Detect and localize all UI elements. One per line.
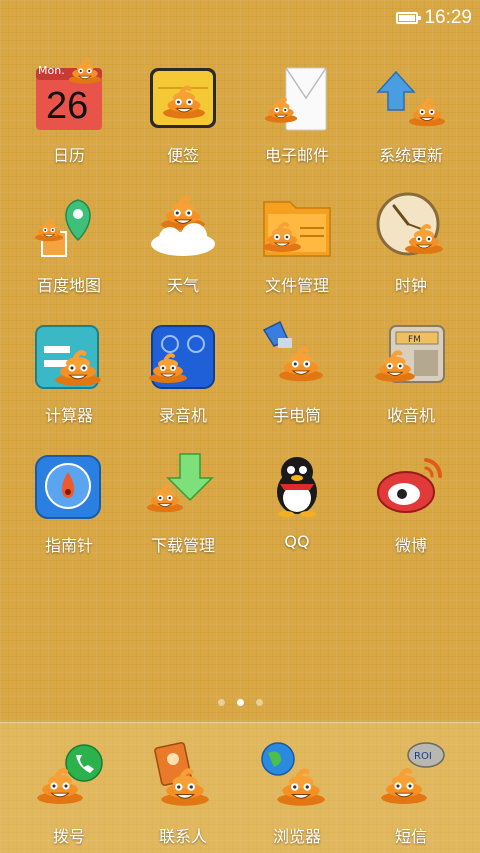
calendar-day-label: Mon.	[38, 64, 65, 77]
app-baidu-map[interactable]: 百度地图	[12, 188, 126, 318]
dock-sms[interactable]: ROI 短信	[354, 741, 468, 853]
page-dot-active[interactable]	[236, 699, 244, 706]
app-label: 系统更新	[378, 146, 443, 165]
download-icon	[146, 448, 220, 522]
notes-icon	[146, 58, 220, 132]
app-weather[interactable]: 天气	[126, 188, 240, 318]
page-indicator	[0, 699, 480, 706]
sms-icon: ROI	[374, 741, 448, 815]
app-label: 便签	[166, 146, 199, 165]
weibo-icon	[374, 448, 448, 522]
dock: 拨号 联系人 浏览器 ROI 短信	[0, 722, 480, 853]
app-label: 时钟	[394, 276, 427, 295]
folder-icon	[260, 188, 334, 262]
app-label: 下载管理	[150, 536, 215, 555]
dock-browser[interactable]: 浏览器	[240, 741, 354, 853]
browser-icon	[260, 741, 334, 815]
app-weibo[interactable]: 微博	[354, 448, 468, 578]
app-label: 文件管理	[264, 276, 329, 295]
calendar-icon: Mon. 26	[32, 58, 106, 132]
page-dot[interactable]	[255, 699, 263, 706]
app-label: 天气	[166, 276, 199, 295]
app-qq[interactable]: QQ	[240, 448, 354, 578]
contacts-icon	[146, 741, 220, 815]
app-label: 指南针	[44, 536, 93, 555]
calculator-icon	[32, 318, 106, 392]
calendar-date-label: 26	[46, 85, 88, 127]
update-icon	[374, 58, 448, 132]
qq-icon	[260, 448, 334, 522]
app-label: 百度地图	[36, 276, 101, 295]
app-notes[interactable]: 便签	[126, 58, 240, 188]
app-recorder[interactable]: 录音机	[126, 318, 240, 448]
app-calendar[interactable]: Mon. 26 日历	[12, 58, 126, 188]
app-label: 收音机	[386, 406, 435, 425]
dock-contacts[interactable]: 联系人	[126, 741, 240, 853]
app-label: 拨号	[52, 827, 85, 846]
app-label: 手电筒	[272, 406, 321, 425]
page-dot[interactable]	[217, 699, 225, 706]
battery-icon	[396, 12, 422, 24]
app-label: 日历	[52, 146, 85, 165]
recorder-icon	[146, 318, 220, 392]
app-compass[interactable]: 指南针	[12, 448, 126, 578]
app-label: 计算器	[44, 406, 93, 425]
app-system-update[interactable]: 系统更新	[354, 58, 468, 188]
app-label: 电子邮件	[264, 146, 329, 165]
sms-bubble-text: ROI	[414, 751, 432, 762]
clock-icon	[374, 188, 448, 262]
status-clock: 16:29	[424, 7, 472, 28]
compass-icon	[32, 448, 106, 522]
app-download-manager[interactable]: 下载管理	[126, 448, 240, 578]
app-label: 短信	[394, 827, 427, 846]
radio-icon: FM	[374, 318, 448, 392]
app-email[interactable]: 电子邮件	[240, 58, 354, 188]
dock-phone[interactable]: 拨号	[12, 741, 126, 853]
app-label: 录音机	[158, 406, 207, 425]
app-file-manager[interactable]: 文件管理	[240, 188, 354, 318]
app-calculator[interactable]: 计算器	[12, 318, 126, 448]
app-label: 联系人	[158, 827, 207, 846]
app-label: 微博	[394, 536, 427, 555]
app-radio[interactable]: FM 收音机	[354, 318, 468, 448]
radio-band-label: FM	[408, 335, 421, 345]
weather-icon	[146, 188, 220, 262]
status-bar: 16:29	[0, 0, 480, 36]
flashlight-icon	[260, 318, 334, 392]
app-label: 浏览器	[272, 827, 321, 846]
email-icon	[260, 58, 334, 132]
app-flashlight[interactable]: 手电筒	[240, 318, 354, 448]
phone-icon	[32, 741, 106, 815]
map-icon	[32, 188, 106, 262]
app-clock[interactable]: 时钟	[354, 188, 468, 318]
app-grid: Mon. 26 日历 便签 电子邮件 系统更新 百度地图 天气 文件管理 时钟 …	[12, 58, 468, 578]
app-label: QQ	[284, 532, 310, 551]
